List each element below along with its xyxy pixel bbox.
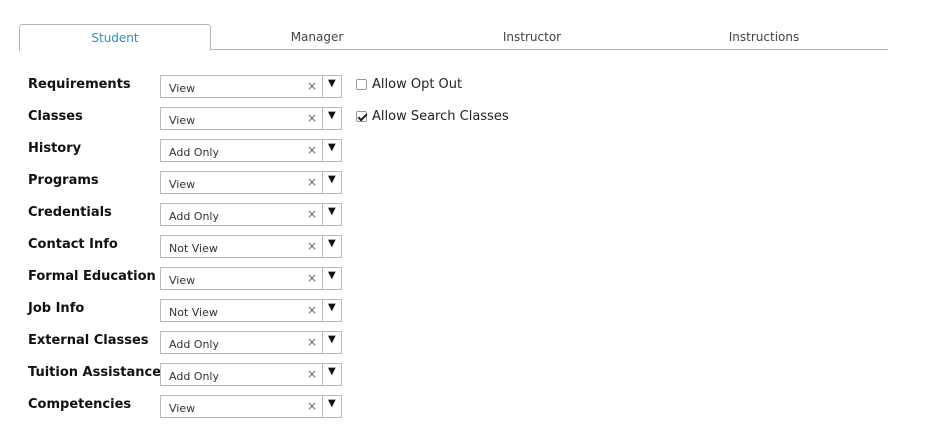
select-divider bbox=[322, 268, 323, 289]
permission-label: External Classes bbox=[28, 333, 149, 348]
permission-row-external-classes: External Classes Add Only × ▼ bbox=[0, 331, 925, 357]
permission-label: Competencies bbox=[28, 397, 132, 412]
access-level-select[interactable]: View × ▼ bbox=[160, 75, 342, 98]
permission-row-history: History Add Only × ▼ bbox=[0, 139, 925, 165]
clear-icon[interactable]: × bbox=[307, 79, 317, 93]
select-divider bbox=[322, 172, 323, 193]
select-divider bbox=[322, 108, 323, 129]
dropdown-arrow-icon[interactable]: ▼ bbox=[328, 366, 336, 377]
permission-label: History bbox=[28, 141, 82, 156]
access-level-value: View bbox=[169, 114, 196, 127]
clear-icon[interactable]: × bbox=[307, 175, 317, 189]
permission-row-classes: Classes View × ▼ Allow Search Classes bbox=[0, 107, 925, 133]
access-level-select[interactable]: Not View × ▼ bbox=[160, 299, 342, 322]
dropdown-arrow-icon[interactable]: ▼ bbox=[328, 206, 336, 217]
tab-student[interactable]: Student bbox=[19, 24, 211, 51]
option-allow-opt-out[interactable]: Allow Opt Out bbox=[356, 77, 462, 92]
permission-row-programs: Programs View × ▼ bbox=[0, 171, 925, 197]
permission-row-credentials: Credentials Add Only × ▼ bbox=[0, 203, 925, 229]
dropdown-arrow-icon[interactable]: ▼ bbox=[328, 302, 336, 313]
access-level-value: View bbox=[169, 82, 196, 95]
permission-row-formal-education: Formal Education View × ▼ bbox=[0, 267, 925, 293]
clear-icon[interactable]: × bbox=[307, 399, 317, 413]
access-level-value: Add Only bbox=[169, 338, 219, 351]
option-allow-search-classes[interactable]: Allow Search Classes bbox=[356, 109, 509, 124]
access-level-value: View bbox=[169, 402, 196, 415]
access-level-value: Add Only bbox=[169, 210, 219, 223]
select-divider bbox=[322, 364, 323, 385]
permission-label: Job Info bbox=[28, 301, 85, 316]
access-level-select[interactable]: View × ▼ bbox=[160, 267, 342, 290]
checkbox[interactable] bbox=[356, 79, 367, 90]
tab-instructor[interactable]: Instructor bbox=[439, 24, 625, 49]
clear-icon[interactable]: × bbox=[307, 271, 317, 285]
clear-icon[interactable]: × bbox=[307, 303, 317, 317]
access-level-value: Add Only bbox=[169, 146, 219, 159]
access-level-select[interactable]: Add Only × ▼ bbox=[160, 139, 342, 162]
permission-label: Classes bbox=[28, 109, 83, 124]
clear-icon[interactable]: × bbox=[307, 239, 317, 253]
tab-manager[interactable]: Manager bbox=[224, 24, 410, 49]
dropdown-arrow-icon[interactable]: ▼ bbox=[328, 398, 336, 409]
permission-row-contact-info: Contact Info Not View × ▼ bbox=[0, 235, 925, 261]
dropdown-arrow-icon[interactable]: ▼ bbox=[328, 78, 336, 89]
permission-label: Credentials bbox=[28, 205, 112, 220]
access-level-select[interactable]: Add Only × ▼ bbox=[160, 331, 342, 354]
access-level-value: Add Only bbox=[169, 370, 219, 383]
clear-icon[interactable]: × bbox=[307, 143, 317, 157]
select-divider bbox=[322, 76, 323, 97]
permission-row-competencies: Competencies View × ▼ bbox=[0, 395, 925, 421]
dropdown-arrow-icon[interactable]: ▼ bbox=[328, 174, 336, 185]
access-level-select[interactable]: View × ▼ bbox=[160, 395, 342, 418]
permission-label: Formal Education bbox=[28, 269, 156, 284]
access-level-select[interactable]: View × ▼ bbox=[160, 107, 342, 130]
select-divider bbox=[322, 236, 323, 257]
checkbox-label: Allow Opt Out bbox=[372, 77, 463, 92]
access-level-select[interactable]: View × ▼ bbox=[160, 171, 342, 194]
permission-row-job-info: Job Info Not View × ▼ bbox=[0, 299, 925, 325]
permission-label: Tuition Assistance bbox=[28, 365, 162, 380]
permission-label: Programs bbox=[28, 173, 99, 188]
permission-row-tuition-assistance: Tuition Assistance Add Only × ▼ bbox=[0, 363, 925, 389]
access-level-select[interactable]: Add Only × ▼ bbox=[160, 363, 342, 386]
select-divider bbox=[322, 396, 323, 417]
clear-icon[interactable]: × bbox=[307, 111, 317, 125]
access-level-value: View bbox=[169, 178, 196, 191]
clear-icon[interactable]: × bbox=[307, 207, 317, 221]
access-level-value: Not View bbox=[169, 306, 218, 319]
clear-icon[interactable]: × bbox=[307, 367, 317, 381]
dropdown-arrow-icon[interactable]: ▼ bbox=[328, 238, 336, 249]
select-divider bbox=[322, 140, 323, 161]
permission-row-requirements: Requirements View × ▼ Allow Opt Out bbox=[0, 75, 925, 101]
permission-label: Contact Info bbox=[28, 237, 118, 252]
checkbox[interactable] bbox=[356, 111, 367, 122]
access-level-select[interactable]: Add Only × ▼ bbox=[160, 203, 342, 226]
access-level-value: Not View bbox=[169, 242, 218, 255]
access-level-value: View bbox=[169, 274, 196, 287]
clear-icon[interactable]: × bbox=[307, 335, 317, 349]
permission-label: Requirements bbox=[28, 77, 131, 92]
checkbox-label: Allow Search Classes bbox=[372, 109, 509, 124]
access-level-select[interactable]: Not View × ▼ bbox=[160, 235, 342, 258]
dropdown-arrow-icon[interactable]: ▼ bbox=[328, 142, 336, 153]
select-divider bbox=[322, 204, 323, 225]
tabs-divider bbox=[211, 49, 888, 50]
select-divider bbox=[322, 332, 323, 353]
dropdown-arrow-icon[interactable]: ▼ bbox=[328, 110, 336, 121]
dropdown-arrow-icon[interactable]: ▼ bbox=[328, 334, 336, 345]
permission-tabs: Student Manager Instructor Instructions bbox=[19, 24, 888, 51]
tab-instructions[interactable]: Instructions bbox=[671, 24, 857, 49]
dropdown-arrow-icon[interactable]: ▼ bbox=[328, 270, 336, 281]
select-divider bbox=[322, 300, 323, 321]
